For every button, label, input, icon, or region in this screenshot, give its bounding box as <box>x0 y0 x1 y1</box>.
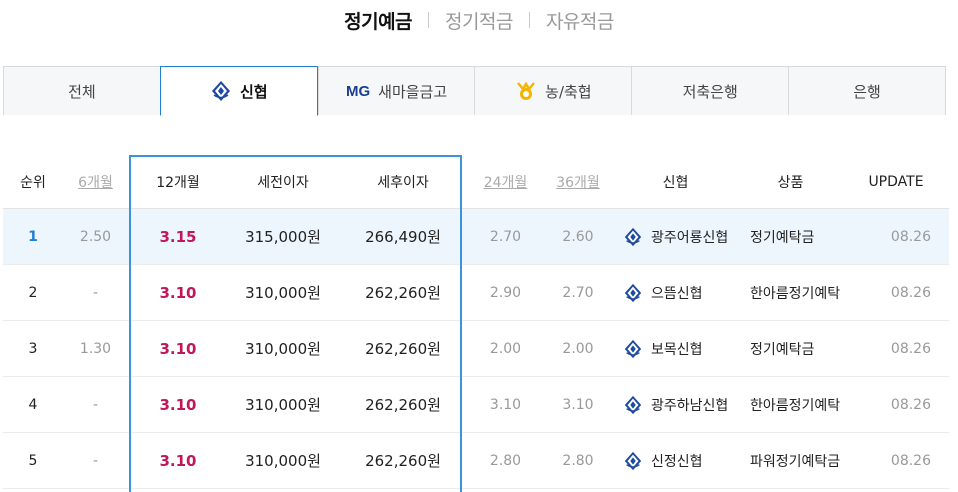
shinhyup-logo-icon <box>624 395 642 414</box>
institution-tabs: 전체 신협 MG 새마을금고 농/축협 저축은행 은행 <box>3 66 946 116</box>
table-header: 순위 6개월 12개월 세전이자 세후이자 24개월 36개월 신협 상품 UP… <box>3 155 949 209</box>
institution-cell[interactable]: 신정신협 <box>613 451 738 471</box>
product-name[interactable]: 정기예탁금 <box>738 227 843 247</box>
pre-tax-interest: 315,000원 <box>245 228 321 246</box>
table-row[interactable]: 4 - 3.10 310,000원 262,260원 3.10 3.10 광주하… <box>3 377 949 433</box>
shinhyup-logo-icon <box>624 227 642 246</box>
nh-logo-icon <box>517 81 536 100</box>
update-date: 08.26 <box>890 228 931 245</box>
institution-name: 으뜸신협 <box>651 285 703 302</box>
inst-tab-label: 저축은행 <box>682 82 738 101</box>
rate-12-months: 3.10 <box>159 283 197 302</box>
header-product: 상품 <box>777 174 804 191</box>
post-tax-interest: 262,260원 <box>365 284 441 302</box>
product-name[interactable]: 한아름정기예탁 <box>738 395 843 415</box>
inst-tab-mg[interactable]: MG 새마을금고 <box>317 66 475 115</box>
inst-tab-savings-bank[interactable]: 저축은행 <box>631 66 789 115</box>
inst-tab-shinhyup[interactable]: 신협 <box>159 66 318 116</box>
pre-tax-interest: 310,000원 <box>245 284 321 302</box>
update-date: 08.26 <box>890 340 931 357</box>
header-post-tax-interest: 세후이자 <box>377 174 429 191</box>
institution-cell[interactable]: 으뜸신협 <box>613 283 738 303</box>
shinhyup-logo-icon <box>624 451 642 470</box>
rate-24-months: 2.70 <box>489 228 522 245</box>
header-6-months[interactable]: 6개월 <box>63 172 128 192</box>
header-institution: 신협 <box>662 174 689 191</box>
header-36-months[interactable]: 36개월 <box>543 172 613 192</box>
rate-6-months: - <box>92 284 99 301</box>
rate-36-months: 2.00 <box>562 340 594 357</box>
pre-tax-interest: 310,000원 <box>245 396 321 414</box>
inst-tab-all[interactable]: 전체 <box>3 66 160 115</box>
inst-tab-label: 농/축협 <box>545 82 592 101</box>
institution-name: 광주어룡신협 <box>651 229 729 246</box>
tab-installment-savings[interactable]: 정기적금 <box>429 7 529 34</box>
mg-logo: MG <box>345 82 371 100</box>
inst-tab-label: 전체 <box>68 82 96 101</box>
rank-value: 5 <box>28 452 38 469</box>
inst-tab-label: 신협 <box>239 82 268 101</box>
rate-36-months: 2.80 <box>562 452 594 469</box>
header-12-months[interactable]: 12개월 <box>128 172 228 192</box>
rate-36-months: 2.70 <box>562 284 594 301</box>
rate-6-months: 1.30 <box>79 340 112 357</box>
rate-24-months: 2.00 <box>489 340 522 357</box>
rate-6-months: - <box>92 396 99 413</box>
rate-table: 순위 6개월 12개월 세전이자 세후이자 24개월 36개월 신협 상품 UP… <box>3 155 949 489</box>
rate-12-months: 3.10 <box>159 395 197 414</box>
product-type-tabs: 정기예금 정기적금 자유적금 <box>0 0 958 40</box>
table-row[interactable]: 3 1.30 3.10 310,000원 262,260원 2.00 2.00 … <box>3 321 949 377</box>
update-date: 08.26 <box>890 396 931 413</box>
institution-cell[interactable]: 보목신협 <box>613 339 738 359</box>
institution-cell[interactable]: 광주하남신협 <box>613 395 738 415</box>
header-update: UPDATE <box>868 173 924 190</box>
rate-12-months: 3.10 <box>159 339 197 358</box>
header-24-months[interactable]: 24개월 <box>468 172 543 192</box>
institution-cell[interactable]: 광주어룡신협 <box>613 227 738 247</box>
rate-12-months: 3.10 <box>159 451 197 470</box>
table-row[interactable]: 5 - 3.10 310,000원 262,260원 2.80 2.80 신정신… <box>3 433 949 489</box>
inst-tab-label: 은행 <box>853 82 881 101</box>
rank-value: 2 <box>28 284 38 301</box>
tab-free-savings[interactable]: 자유적금 <box>530 7 630 34</box>
rank-value: 4 <box>28 396 38 413</box>
post-tax-interest: 262,260원 <box>365 452 441 470</box>
institution-name: 신정신협 <box>651 453 703 470</box>
post-tax-interest: 266,490원 <box>365 228 441 246</box>
inst-tab-nh[interactable]: 농/축협 <box>474 66 632 115</box>
product-name[interactable]: 파워정기예탁금 <box>738 451 843 471</box>
product-name[interactable]: 한아름정기예탁 <box>738 283 843 303</box>
tab-fixed-deposit[interactable]: 정기예금 <box>328 7 428 34</box>
post-tax-interest: 262,260원 <box>365 396 441 414</box>
header-rank: 순위 <box>20 174 46 191</box>
post-tax-interest: 262,260원 <box>365 340 441 358</box>
table-row[interactable]: 2 - 3.10 310,000원 262,260원 2.90 2.70 으뜸신… <box>3 265 949 321</box>
pre-tax-interest: 310,000원 <box>245 452 321 470</box>
rate-6-months: 2.50 <box>79 228 112 245</box>
update-date: 08.26 <box>890 284 931 301</box>
shinhyup-logo-icon <box>211 81 230 101</box>
table-row[interactable]: 1 2.50 3.15 315,000원 266,490원 2.70 2.60 … <box>3 209 949 265</box>
rank-value: 1 <box>28 228 38 245</box>
rank-value: 3 <box>28 340 38 357</box>
rate-36-months: 2.60 <box>562 228 594 245</box>
inst-tab-label: 새마을금고 <box>378 82 448 101</box>
rate-24-months: 2.90 <box>489 284 522 301</box>
rate-24-months: 2.80 <box>489 452 522 469</box>
rate-24-months: 3.10 <box>489 396 522 413</box>
institution-name: 보목신협 <box>651 341 703 358</box>
shinhyup-logo-icon <box>624 283 642 302</box>
header-pre-tax-interest: 세전이자 <box>257 174 309 191</box>
inst-tab-bank[interactable]: 은행 <box>788 66 946 115</box>
update-date: 08.26 <box>890 452 931 469</box>
institution-name: 광주하남신협 <box>651 397 729 414</box>
pre-tax-interest: 310,000원 <box>245 340 321 358</box>
rate-6-months: - <box>92 452 99 469</box>
shinhyup-logo-icon <box>624 339 642 358</box>
rate-36-months: 3.10 <box>562 396 594 413</box>
rate-12-months: 3.15 <box>159 227 197 246</box>
product-name[interactable]: 정기예탁금 <box>738 339 843 359</box>
